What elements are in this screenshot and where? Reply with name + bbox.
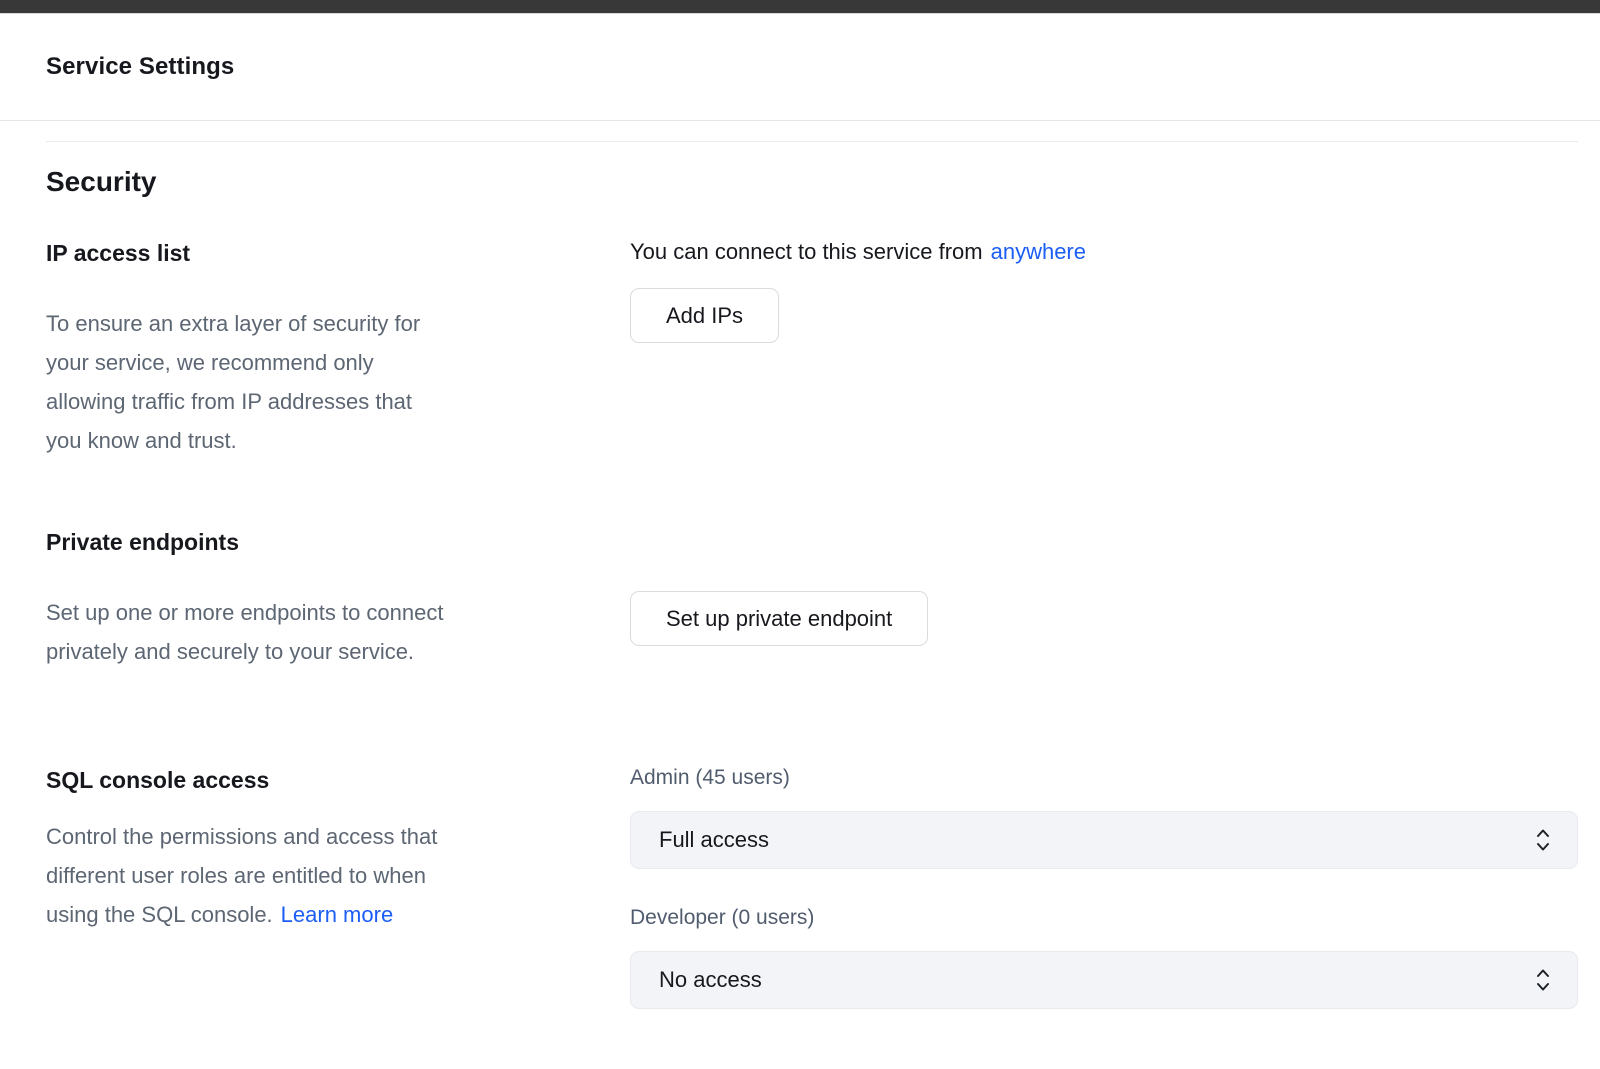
- row-sql-console-access: SQL console access Control the permissio…: [46, 765, 1578, 1009]
- ip-access-left: IP access list To ensure an extra layer …: [46, 238, 630, 460]
- developer-role-label: Developer (0 users): [630, 905, 1578, 931]
- description-line: Control the permissions and access that: [46, 817, 630, 856]
- admin-role-label: Admin (45 users): [630, 765, 1578, 791]
- add-ips-button[interactable]: Add IPs: [630, 288, 779, 343]
- window-top-bar: [0, 0, 1600, 14]
- description-line: Set up one or more endpoints to connect: [46, 593, 630, 632]
- anywhere-link[interactable]: anywhere: [991, 239, 1086, 264]
- sql-console-description: Control the permissions and access that …: [46, 817, 630, 934]
- admin-access-value: Full access: [659, 827, 769, 853]
- section-divider: [46, 141, 1578, 142]
- settings-main: Security IP access list To ensure an ext…: [0, 141, 1600, 1069]
- sql-console-heading: SQL console access: [46, 765, 630, 795]
- ip-access-description: To ensure an extra layer of security for…: [46, 304, 630, 460]
- description-line: using the SQL console. Learn more: [46, 895, 630, 934]
- row-private-endpoints: Private endpoints Set up one or more end…: [46, 527, 1578, 671]
- description-line: privately and securely to your service.: [46, 632, 630, 671]
- sql-console-right: Admin (45 users) Full access Developer (…: [630, 765, 1578, 1009]
- admin-access-select[interactable]: Full access: [630, 811, 1578, 869]
- description-line: your service, we recommend only: [46, 343, 630, 382]
- status-text: You can connect to this service from: [630, 239, 983, 264]
- private-endpoints-description: Set up one or more endpoints to connect …: [46, 593, 630, 671]
- chevron-up-down-icon: [1535, 826, 1551, 854]
- developer-access-value: No access: [659, 967, 762, 993]
- ip-access-heading: IP access list: [46, 238, 630, 268]
- sql-console-left: SQL console access Control the permissio…: [46, 765, 630, 1009]
- description-text: using the SQL console.: [46, 902, 273, 927]
- setup-private-endpoint-button[interactable]: Set up private endpoint: [630, 591, 928, 646]
- row-ip-access-list: IP access list To ensure an extra layer …: [46, 238, 1578, 460]
- security-section-title: Security: [46, 163, 1578, 201]
- ip-access-status: You can connect to this service from anyw…: [630, 238, 1578, 266]
- description-line: To ensure an extra layer of security for: [46, 304, 630, 343]
- learn-more-link[interactable]: Learn more: [281, 902, 394, 927]
- developer-access-select[interactable]: No access: [630, 951, 1578, 1009]
- description-line: different user roles are entitled to whe…: [46, 856, 630, 895]
- private-endpoints-heading: Private endpoints: [46, 527, 630, 557]
- page-header: Service Settings: [0, 14, 1600, 121]
- private-endpoints-left: Private endpoints Set up one or more end…: [46, 527, 630, 671]
- chevron-up-down-icon: [1535, 966, 1551, 994]
- page-title: Service Settings: [46, 53, 234, 81]
- private-endpoints-right: Set up private endpoint: [630, 591, 1578, 671]
- description-line: you know and trust.: [46, 421, 630, 460]
- description-line: allowing traffic from IP addresses that: [46, 382, 630, 421]
- ip-access-right: You can connect to this service from anyw…: [630, 238, 1578, 460]
